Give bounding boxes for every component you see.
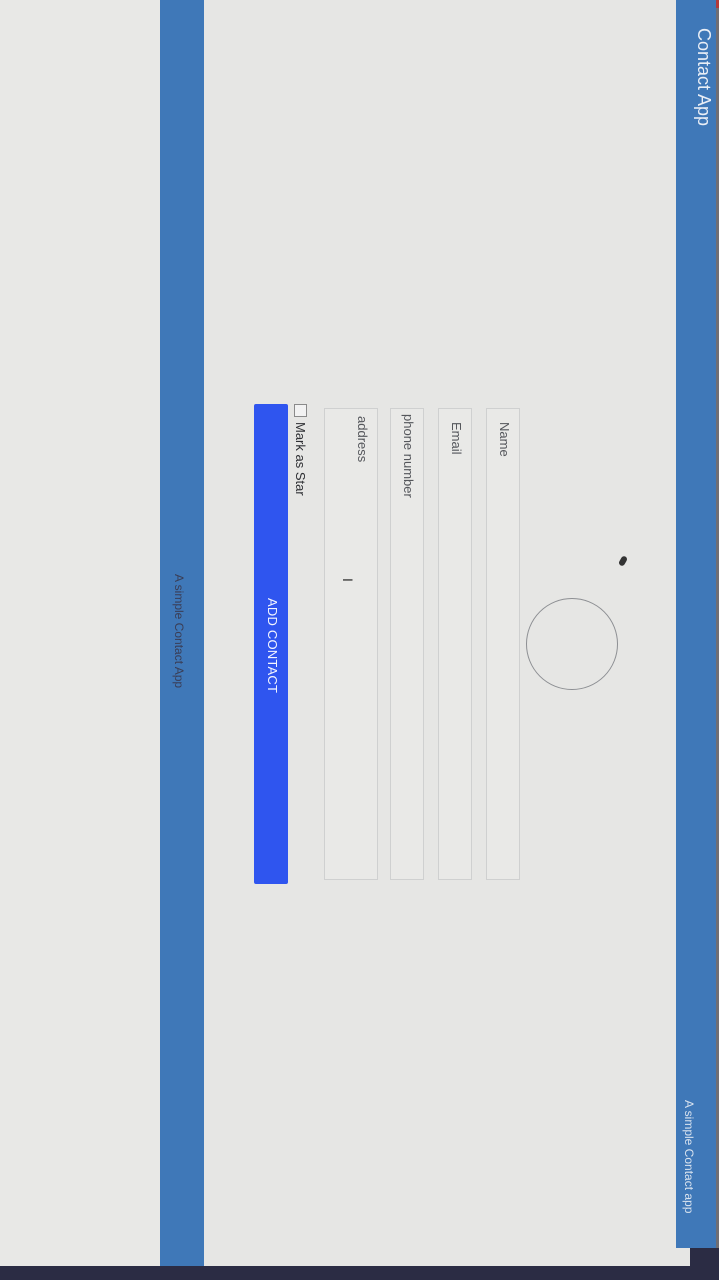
monitor-bezel-bottom <box>0 1266 719 1280</box>
email-placeholder: Email <box>449 422 464 455</box>
name-placeholder: Name <box>497 422 512 457</box>
app-subtitle: A simple Contact app <box>682 1100 696 1214</box>
star-checkbox[interactable] <box>294 404 307 417</box>
add-contact-label: ADD CONTACT <box>265 598 280 694</box>
page-margin <box>0 0 160 1266</box>
monitor-bezel-corner <box>690 1248 719 1280</box>
email-input[interactable] <box>438 408 472 880</box>
avatar-circle-icon[interactable] <box>526 598 618 690</box>
star-label: Mark as Star <box>293 422 308 496</box>
address-placeholder: address <box>355 416 370 463</box>
address-textarea[interactable] <box>324 408 378 880</box>
phone-placeholder: phone number <box>401 414 416 498</box>
footer-text: A simple Contact App <box>172 574 186 689</box>
app-title: Contact App <box>694 28 714 127</box>
app-header <box>676 0 716 1248</box>
name-input[interactable] <box>486 408 520 880</box>
text-cursor-icon: I <box>340 578 356 582</box>
screen-photo: Contact App A simple Contact app Name Em… <box>0 0 719 1280</box>
